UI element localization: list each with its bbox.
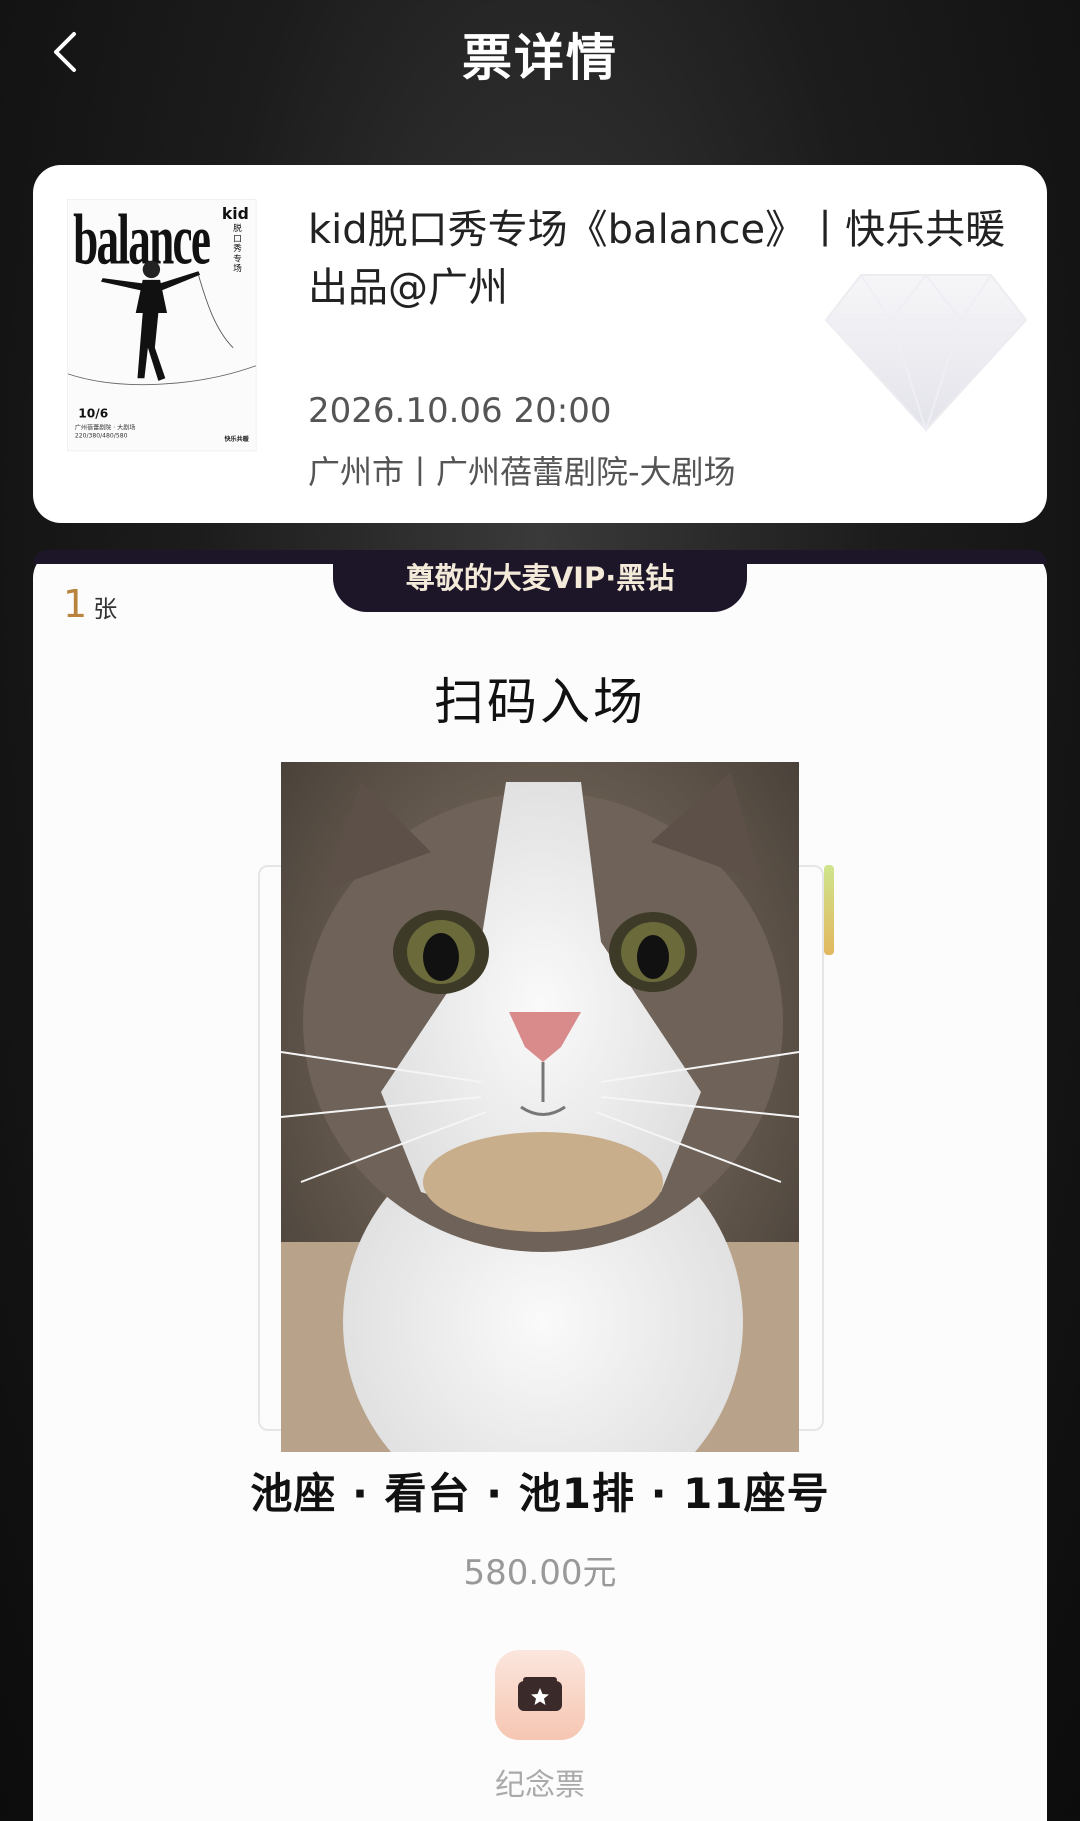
seat-info: 池座 · 看台 · 池1排 · 11座号	[250, 1469, 830, 1518]
souvenir-ticket-label: 纪念票	[495, 1768, 585, 1803]
ticket-price: 580.00元	[463, 1553, 617, 1593]
poster-info: 广州蓓蕾剧院 · 大剧场 220/380/480/580	[74, 424, 136, 440]
qr-frame-accent	[824, 865, 834, 955]
scan-title: 扫码入场	[434, 673, 646, 731]
header: 票详情	[0, 0, 1080, 110]
page-title: 票详情	[462, 29, 618, 87]
event-poster[interactable]: balance kid 脱口秀专场 10/6 广州蓓蕾剧院 · 大剧场 220/…	[67, 199, 285, 523]
event-card[interactable]: balance kid 脱口秀专场 10/6 广州蓓蕾剧院 · 大剧场 220/…	[33, 165, 1047, 523]
diamond-icon	[824, 273, 1028, 434]
ticket-count: 1张	[63, 582, 117, 626]
souvenir-ticket-button[interactable]	[495, 1650, 585, 1740]
poster-date: 10/6	[78, 406, 109, 421]
poster-brand: 快乐共暖	[224, 435, 249, 443]
event-datetime: 2026.10.06 20:00	[308, 391, 612, 431]
vip-badge: 尊敬的大麦VIP·黑钻	[333, 550, 747, 612]
ticket-count-unit: 张	[93, 595, 118, 623]
cat-photo	[281, 762, 799, 1452]
event-venue: 广州市丨广州蓓蕾剧院-大剧场	[308, 453, 736, 491]
ticket-card: 尊敬的大麦VIP·黑钻 1张 扫码入场 池座 · 看台 · 池1排 · 11座号…	[33, 550, 1047, 1821]
ticket-star-icon	[518, 1677, 562, 1711]
ticket-count-number: 1	[63, 582, 88, 626]
